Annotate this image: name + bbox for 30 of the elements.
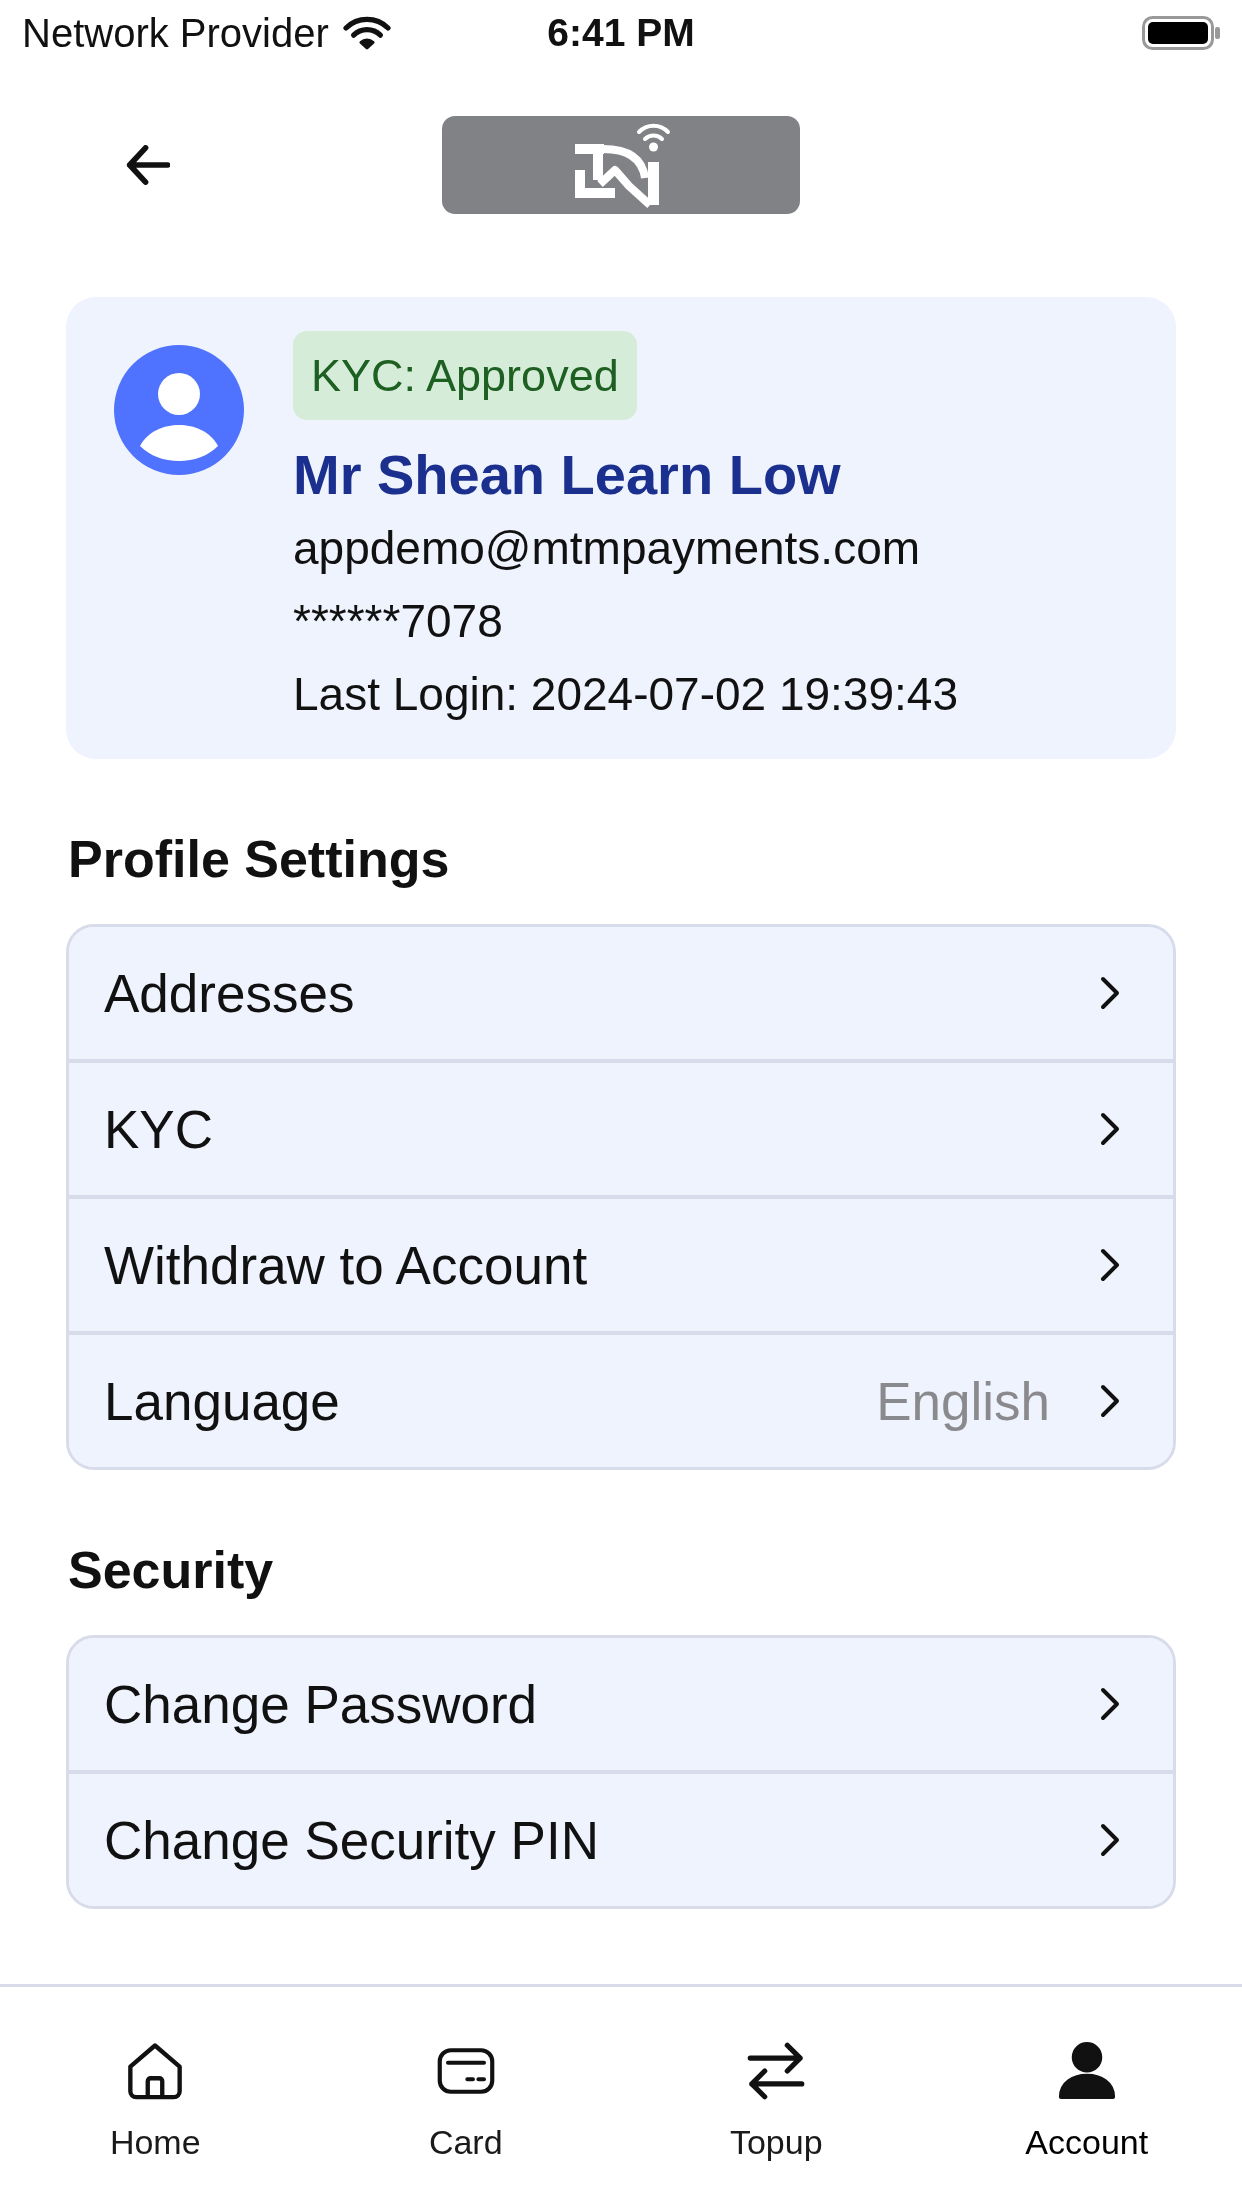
settings-row[interactable]: Change Security PIN	[69, 1770, 1173, 1906]
user-email: appdemo@mtmpayments.com	[293, 521, 921, 576]
wifi-icon	[342, 16, 391, 50]
tab-bar-item[interactable]: Home	[109, 2042, 201, 2164]
status-time: 6:41 PM	[547, 11, 695, 55]
kyc-status-badge: KYC: Approved	[293, 331, 637, 420]
chevron-right-icon	[1098, 1247, 1122, 1283]
carrier-name: Network Provider	[22, 10, 329, 56]
row-value: English	[876, 1370, 1050, 1432]
logo-icon	[442, 116, 800, 214]
chevron-right-icon	[1098, 1686, 1122, 1722]
back-arrow-icon	[126, 145, 170, 185]
section-heading: Profile Settings	[68, 829, 451, 890]
swap-arrows-icon	[747, 2042, 806, 2100]
chevron-right-icon	[1098, 1111, 1122, 1147]
tab-bar-item[interactable]: Topup	[729, 2042, 823, 2164]
masked-phone-number: ******7078	[293, 594, 503, 649]
settings-row[interactable]: Language English	[69, 1331, 1173, 1467]
home-icon	[126, 2042, 185, 2100]
person-icon	[1057, 2042, 1116, 2100]
chevron-right-icon	[1098, 1822, 1122, 1858]
chevron-right-icon	[1098, 975, 1122, 1011]
avatar-icon	[114, 345, 244, 475]
last-login-text: Last Login: 2024-07-02 19:39:43	[293, 667, 958, 722]
user-name: Mr Shean Learn Low	[293, 442, 841, 508]
section-heading: Security	[68, 1540, 275, 1601]
chevron-right-icon	[1098, 1383, 1122, 1419]
tab-bar-item[interactable]: Card	[428, 2042, 503, 2164]
battery-icon	[1142, 16, 1220, 50]
tab-bar-item[interactable]: Account	[1025, 2042, 1149, 2164]
